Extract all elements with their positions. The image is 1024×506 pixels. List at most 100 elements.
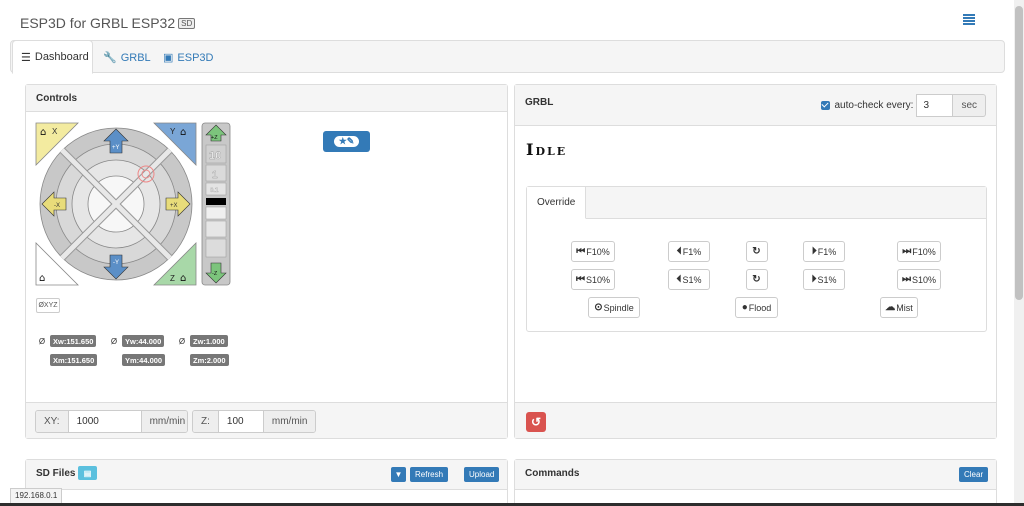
step-forward-icon: ⏵ xyxy=(811,274,817,285)
home-icon: ⌂ xyxy=(180,127,186,138)
zero-xyz-button[interactable]: ØXYZ xyxy=(36,298,60,313)
refresh-icon: ↻ xyxy=(752,246,761,257)
refresh-button[interactable]: Refresh xyxy=(410,467,449,482)
home-icon: ⌂ xyxy=(39,273,45,284)
z-feedrate-input[interactable] xyxy=(217,411,264,432)
autocheck-group: auto-check every: 3 sec xyxy=(820,94,986,117)
power-reset-icon: ↺ xyxy=(530,415,542,429)
controls-panel: Controls ⌂ X Y ⌂ ⌂ Z ⌂ +Y -Y -X +X +Z 10… xyxy=(25,84,508,439)
fast-backward-icon: ⏮ xyxy=(576,246,586,257)
grbl-panel: GRBL auto-check every: 3 sec Idle Overri… xyxy=(514,84,997,439)
speed-plus-1-button[interactable]: ⏵ S1% xyxy=(803,269,845,290)
clear-button[interactable]: Clear xyxy=(959,467,989,482)
grbl-reset-button[interactable]: ↺ xyxy=(526,412,546,432)
svg-text:+Z: +Z xyxy=(211,135,218,141)
svg-text:+Y: +Y xyxy=(112,145,120,151)
zero-z-button[interactable]: Ø xyxy=(176,334,188,348)
machine-y-badge: Ym:44.000 xyxy=(122,354,166,366)
step-backward-icon: ⏴ xyxy=(676,274,682,285)
sd-card-icon[interactable]: ▤ xyxy=(78,466,97,480)
feed-minus-10-button[interactable]: ⏮ F10% xyxy=(571,241,615,262)
status-url: 192.168.0.1 xyxy=(10,488,63,504)
xy-feedrate-unit: mm/min xyxy=(141,411,187,432)
home-y-label: Y xyxy=(170,127,176,136)
sd-badge: SD xyxy=(178,18,196,29)
tab-grbl-label: GRBL xyxy=(120,51,151,64)
svg-text:0.1: 0.1 xyxy=(210,188,219,194)
tab-dashboard-label: Dashboard xyxy=(34,51,89,63)
app-title-text: ESP3D for GRBL ESP32 xyxy=(20,15,176,31)
xy-feedrate-input[interactable] xyxy=(67,411,142,432)
override-box: Override ⏮ F10% ⏴ F1% ↻ ⏵ F1% ⏭ F10% ⏮ S10% ⏴… xyxy=(526,186,987,332)
machine-z-badge: Zm:2.000 xyxy=(190,354,229,366)
speed-reset-button[interactable]: ↻ xyxy=(746,269,768,290)
sd-files-panel: SD Files ▤ ▼ Refresh Upload xyxy=(25,459,508,506)
tab-grbl[interactable]: 🔧 GRBL xyxy=(95,41,159,74)
feed-plus-10-button[interactable]: ⏭ F10% xyxy=(897,241,941,262)
hdd-icon: ▣ xyxy=(163,52,174,64)
macro-button[interactable]: ★✎ xyxy=(323,131,370,152)
spindle-toggle-button[interactable]: ⊙ Spindle xyxy=(588,297,640,318)
z-feedrate-unit: mm/min xyxy=(263,411,315,432)
z-step-down-10-button[interactable] xyxy=(205,238,227,258)
speed-plus-10-button[interactable]: ⏭ S10% xyxy=(897,269,941,290)
z-step-down-1-button[interactable] xyxy=(205,220,227,238)
server-icon: ☰ xyxy=(21,51,31,64)
wrench-icon: 🔧 xyxy=(103,52,117,64)
work-x-badge: Xw:151.650 xyxy=(50,335,97,347)
autocheck-unit: sec xyxy=(953,94,986,117)
tint-icon: ● xyxy=(741,302,748,313)
fast-forward-icon: ⏭ xyxy=(902,246,912,257)
step-forward-icon: ⏵ xyxy=(811,246,817,257)
z-jog-column: +Z 10 1 0.1 -Z xyxy=(201,122,231,286)
controls-footer: XY: mm/min Z: mm/min xyxy=(26,402,507,438)
scrollbar-thumb[interactable] xyxy=(1015,6,1023,300)
upload-button[interactable]: Upload xyxy=(464,467,500,482)
grbl-footer: ↺ xyxy=(515,402,996,438)
flood-toggle-button[interactable]: ● Flood xyxy=(735,297,778,318)
filter-button[interactable]: ▼ xyxy=(391,467,406,482)
app-title: ESP3D for GRBL ESP32 SD xyxy=(20,15,196,31)
sd-files-header: SD Files ▤ ▼ Refresh Upload xyxy=(26,460,507,490)
speed-minus-10-button[interactable]: ⏮ S10% xyxy=(571,269,615,290)
commands-panel: Commands Clear xyxy=(514,459,997,506)
autocheck-label: auto-check every: xyxy=(834,100,914,111)
svg-text:-Y: -Y xyxy=(113,260,119,266)
z-step-down-01-button[interactable] xyxy=(205,206,227,220)
tab-esp3d[interactable]: ▣ ESP3D xyxy=(155,41,221,74)
xy-feedrate-label: XY: xyxy=(36,411,68,432)
top-navbar: ESP3D for GRBL ESP32 SD xyxy=(10,6,1005,40)
override-tabs: Override xyxy=(527,187,986,219)
feed-reset-button[interactable]: ↻ xyxy=(746,241,768,262)
step-backward-icon: ⏴ xyxy=(676,246,682,257)
commands-title: Commands xyxy=(525,468,580,479)
z-divider xyxy=(206,198,226,205)
zero-y-button[interactable]: Ø xyxy=(108,334,120,348)
mist-toggle-button[interactable]: ☁ Mist xyxy=(880,297,918,318)
feed-minus-1-button[interactable]: ⏴ F1% xyxy=(668,241,710,262)
z-feedrate-label: Z: xyxy=(193,411,218,432)
xy-feedrate-group: XY: mm/min xyxy=(35,410,188,433)
scrollbar[interactable] xyxy=(1014,0,1024,506)
autocheck-interval-input[interactable]: 3 xyxy=(916,94,954,117)
z-feedrate-group: Z: mm/min xyxy=(192,410,316,433)
tab-esp3d-label: ESP3D xyxy=(177,51,214,64)
zero-x-button[interactable]: Ø xyxy=(36,334,48,348)
speed-minus-1-button[interactable]: ⏴ S1% xyxy=(668,269,710,290)
svg-text:1: 1 xyxy=(212,170,218,181)
autocheck-checkbox[interactable] xyxy=(820,101,830,110)
commands-header: Commands Clear xyxy=(515,460,996,490)
home-x-label: X xyxy=(52,127,58,136)
refresh-icon: ↻ xyxy=(752,274,761,285)
fast-forward-icon: ⏭ xyxy=(901,274,911,285)
machine-x-badge: Xm:151.650 xyxy=(50,354,98,366)
svg-text:+X: +X xyxy=(170,203,178,209)
tab-override[interactable]: Override xyxy=(527,187,587,219)
tab-dashboard[interactable]: ☰ Dashboard xyxy=(12,40,93,74)
svg-text:-Z: -Z xyxy=(212,271,218,277)
grbl-panel-header: GRBL auto-check every: 3 sec xyxy=(515,85,996,126)
star-edit-icon: ★✎ xyxy=(333,136,360,147)
feed-plus-1-button[interactable]: ⏵ F1% xyxy=(803,241,845,262)
hamburger-menu-icon[interactable] xyxy=(963,14,975,25)
home-icon: ⌂ xyxy=(180,273,186,284)
